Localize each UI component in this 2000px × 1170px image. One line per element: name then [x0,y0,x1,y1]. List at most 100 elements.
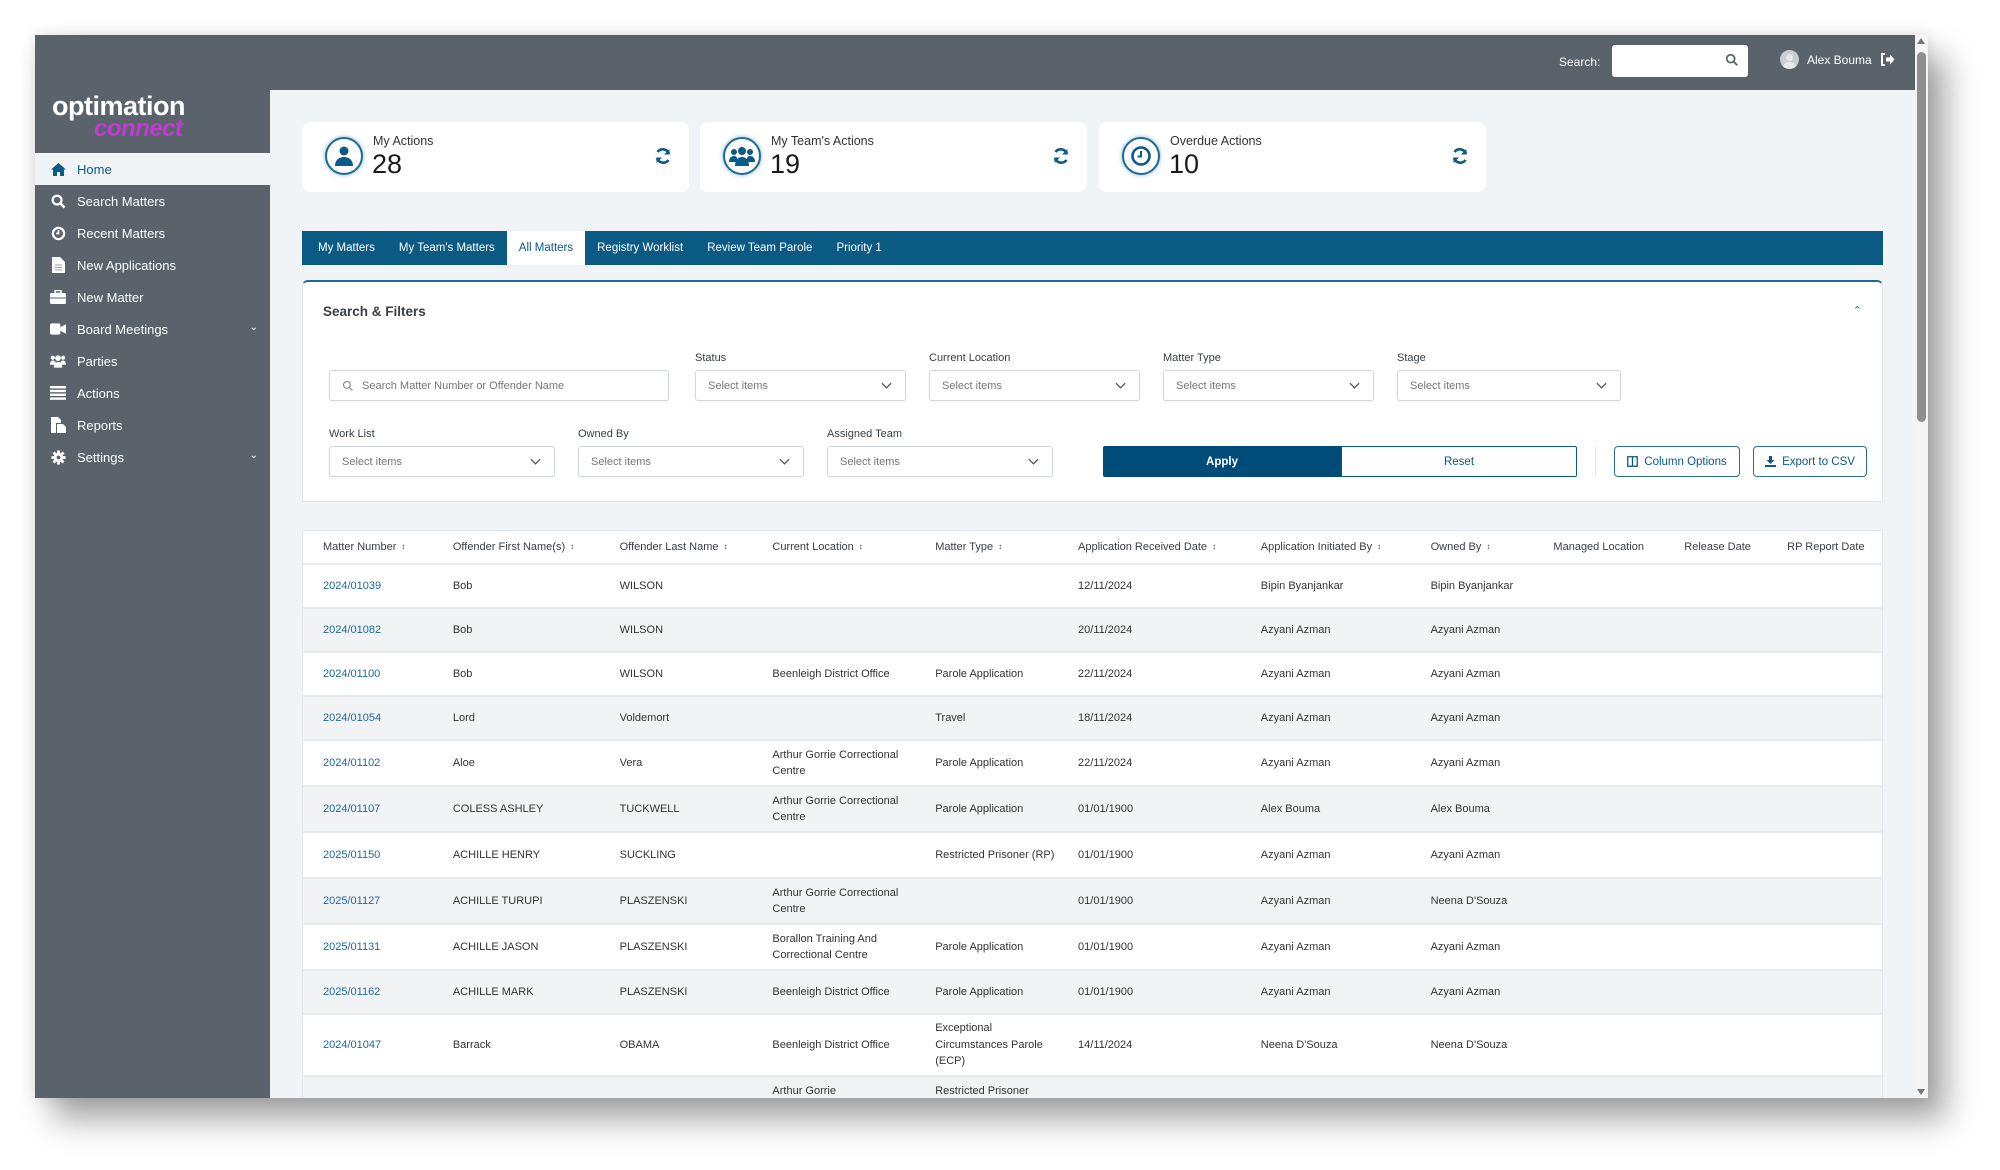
table-row[interactable]: 2024/01039 Bob WILSON 12/11/2024 Bipin Byanj… [303,565,1882,609]
card-my-teams-actions[interactable]: My Team's Actions 19 [700,122,1087,192]
column-header-application-initiated-by[interactable]: Application Initiated By ↕ [1241,541,1411,553]
table-cell: Alex Bouma [1260,802,1321,815]
apply-button[interactable]: Apply [1103,446,1341,477]
scroll-up-arrow-icon[interactable] [1917,38,1925,44]
current-location-select[interactable]: Select items [929,370,1140,401]
matters-table: Matter Number ↕ Offender First Name(s) ↕ O… [302,530,1883,1098]
sidebar-item-new-applications[interactable]: New Applications [35,249,270,281]
table-cell: 20/11/2024 [1078,623,1133,636]
table-cell: Arthur Gorrie Correctional Centre [772,794,899,824]
column-header-application-received-date[interactable]: Application Received Date ↕ [1058,541,1241,553]
tab-registry-worklist[interactable]: Registry Worklist [585,231,695,265]
sort-icon[interactable]: ↕ [859,542,863,551]
user-menu[interactable]: Alex Bouma [1780,50,1895,69]
chevron-up-icon[interactable]: ⌃ [1853,304,1862,317]
scroll-down-arrow-icon[interactable] [1917,1089,1925,1095]
global-search-input[interactable] [1612,45,1748,77]
tab-my-matters[interactable]: My Matters [306,231,387,265]
card-my-actions[interactable]: My Actions 28 [302,122,689,192]
sidebar-item-new-matter[interactable]: New Matter [35,281,270,313]
sidebar-item-search-matters[interactable]: Search Matters [35,185,270,217]
sort-icon[interactable]: ↕ [723,542,727,551]
table-cell: ACHILLE MARK [452,985,534,998]
sidebar-item-actions[interactable]: Actions [35,377,270,409]
owned-by-select[interactable]: Select items [578,446,804,477]
matter-number-link[interactable]: 2024/01054 [303,710,433,727]
sort-icon[interactable]: ↕ [1212,542,1216,551]
sort-icon[interactable]: ↕ [998,542,1002,551]
matter-type-select[interactable]: Select items [1163,370,1374,401]
table-row[interactable]: Arthur Gorrie Restricted Prisoner [303,1077,1882,1098]
column-header-matter-number[interactable]: Matter Number ↕ [303,541,433,553]
matter-number-link[interactable]: 2025/01131 [303,939,433,956]
tab-review-team-parole[interactable]: Review Team Parole [695,231,824,265]
matter-number-link[interactable]: 2024/01107 [303,801,433,818]
table-row[interactable]: 2024/01107 COLESS ASHLEY TUCKWELL Arthur Go… [303,787,1882,833]
column-header-matter-type[interactable]: Matter Type ↕ [915,541,1058,553]
table-row[interactable]: 2024/01082 Bob WILSON 20/11/2024 Azyani Azma… [303,609,1882,653]
matter-number-link[interactable]: 2024/01039 [303,578,433,595]
work-list-select[interactable]: Select items [329,446,555,477]
table-row[interactable]: 2025/01150 ACHILLE HENRY SUCKLING Restricte… [303,833,1882,879]
tab-priority-1[interactable]: Priority 1 [824,231,893,265]
matter-number-link[interactable]: 2024/01082 [303,622,433,639]
table-row[interactable]: 2024/01100 Bob WILSON Beenleigh District Of… [303,653,1882,697]
table-row[interactable]: 2025/01131 ACHILLE JASON PLASZENSKI Borallo… [303,925,1882,971]
refresh-icon[interactable] [1052,147,1070,165]
reset-button[interactable]: Reset [1341,446,1577,477]
column-header-offender-last-name[interactable]: Offender Last Name ↕ [600,541,753,553]
stage-select[interactable]: Select items [1397,370,1621,401]
sidebar-item-home[interactable]: Home [35,153,270,185]
matter-number-link[interactable]: 2025/01127 [303,893,433,910]
tab-my-teams-matters[interactable]: My Team's Matters [387,231,507,265]
table-row[interactable]: 2025/01127 ACHILLE TURUPI PLASZENSKI Arthur… [303,879,1882,925]
table-cell: Azyani Azman [1260,623,1331,636]
table-cell: Azyani Azman [1260,894,1331,907]
matter-search-input[interactable]: Search Matter Number or Offender Name [329,370,669,401]
matter-number-link[interactable]: 2024/01102 [303,755,433,772]
table-cell: Azyani Azman [1430,985,1501,998]
column-header-offender-first-names[interactable]: Offender First Name(s) ↕ [433,541,600,553]
matter-number-link[interactable]: 2025/01150 [303,847,433,864]
table-cell: COLESS ASHLEY [452,802,544,815]
card-overdue-actions[interactable]: Overdue Actions 10 [1099,122,1486,192]
matter-number-link[interactable]: 2024/01047 [303,1037,433,1054]
users-icon [50,353,66,369]
table-cell: Voldemort [619,711,670,724]
matter-number-link[interactable]: 2025/01162 [303,984,433,1001]
sidebar-item-reports[interactable]: Reports [35,409,270,441]
column-options-button[interactable]: Column Options [1614,446,1740,477]
table-row[interactable]: 2025/01162 ACHILLE MARK PLASZENSKI Beenleig… [303,971,1882,1015]
sidebar-item-parties[interactable]: Parties [35,345,270,377]
table-cell: Parole Application [935,756,1024,769]
chevron-down-icon[interactable]: ⌄ [250,322,258,333]
table-cell: Neena D'Souza [1430,894,1508,907]
sidebar-item-settings[interactable]: Settings ⌄ [35,441,270,473]
sort-icon[interactable]: ↕ [401,542,405,551]
tab-all-matters[interactable]: All Matters [506,231,586,265]
export-csv-button[interactable]: Export to CSV [1753,446,1867,477]
chevron-down-icon[interactable]: ⌄ [250,450,258,461]
sort-icon[interactable]: ↕ [570,542,574,551]
matter-number-link[interactable]: 2024/01100 [303,666,433,683]
column-header-owned-by[interactable]: Owned By ↕ [1411,541,1534,553]
work-list-label: Work List [329,428,375,440]
divider [1595,446,1596,477]
sidebar-item-recent-matters[interactable]: Recent Matters [35,217,270,249]
table-row[interactable]: 2024/01047 Barrack OBAMA Beenleigh District… [303,1015,1882,1077]
table-row[interactable]: 2024/01054 Lord Voldemort Travel 18/11/2024 A… [303,697,1882,741]
logout-icon[interactable] [1880,53,1895,66]
column-header-current-location[interactable]: Current Location ↕ [752,541,915,553]
app-window: Search: Alex Bouma optimation connect Ho… [35,35,1928,1098]
refresh-icon[interactable] [654,147,672,165]
sort-icon[interactable]: ↕ [1377,542,1381,551]
sort-icon[interactable]: ↕ [1486,542,1490,551]
scrollbar-thumb[interactable] [1917,52,1926,422]
table-row[interactable]: 2024/01102 Aloe Vera Arthur Gorrie Correcti… [303,741,1882,787]
status-select[interactable]: Select items [695,370,906,401]
sidebar-item-board-meetings[interactable]: Board Meetings ⌄ [35,313,270,345]
vertical-scrollbar[interactable] [1915,35,1928,1098]
assigned-team-select[interactable]: Select items [827,446,1053,477]
table-cell: 01/01/1900 [1078,848,1134,861]
refresh-icon[interactable] [1451,147,1469,165]
